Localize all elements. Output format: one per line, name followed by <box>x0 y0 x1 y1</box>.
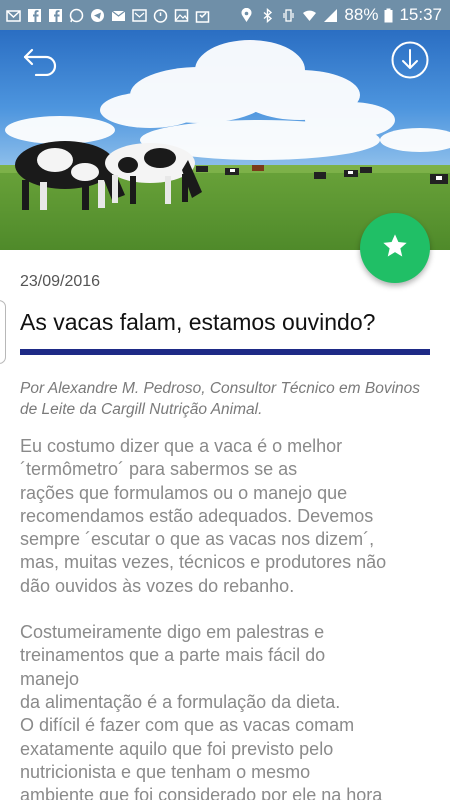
system-status: 88% 15:37 <box>239 5 442 25</box>
email-icon <box>111 8 126 23</box>
clock: 15:37 <box>399 5 442 24</box>
bag-icon <box>195 8 210 23</box>
vibrate-icon <box>281 8 296 23</box>
star-icon <box>381 232 409 265</box>
article-date: 23/09/2016 <box>20 273 101 290</box>
battery-percent: 88% <box>344 5 379 24</box>
download-icon <box>390 40 430 85</box>
image-icon <box>174 8 189 23</box>
article-body: Eu costumo dizer que a vaca é o melhor ´… <box>20 435 435 800</box>
download-button[interactable] <box>390 40 430 85</box>
gmail-icon <box>6 8 21 23</box>
article-paragraph: Costumeiramente digo em palestras e trei… <box>20 622 383 800</box>
bluetooth-icon <box>260 7 275 23</box>
facebook-icon <box>48 8 63 23</box>
notification-icons <box>6 8 210 23</box>
wifi-icon <box>302 8 317 23</box>
hero-image <box>0 0 450 250</box>
article-byline: Por Alexandre M. Pedroso, Consultor Técn… <box>20 380 421 418</box>
whatsapp-icon <box>69 8 84 23</box>
signal-icon <box>323 8 338 23</box>
back-arrow-icon <box>22 44 58 81</box>
messenger-icon <box>132 8 147 23</box>
telegram-icon <box>90 8 105 23</box>
facebook-icon <box>27 8 42 23</box>
favorite-button[interactable] <box>360 213 430 283</box>
battery-icon <box>384 8 393 23</box>
title-divider <box>20 349 430 355</box>
status-bar: 88% 15:37 <box>0 0 450 30</box>
timer-icon <box>153 8 168 23</box>
drawer-handle[interactable] <box>0 300 6 364</box>
article-paragraph: Eu costumo dizer que a vaca é o melhor ´… <box>20 436 387 596</box>
cows-in-pasture-illustration <box>0 0 450 250</box>
article-title: As vacas falam, estamos ouvindo? <box>20 309 376 335</box>
location-icon <box>239 7 254 23</box>
back-button[interactable] <box>20 42 60 82</box>
